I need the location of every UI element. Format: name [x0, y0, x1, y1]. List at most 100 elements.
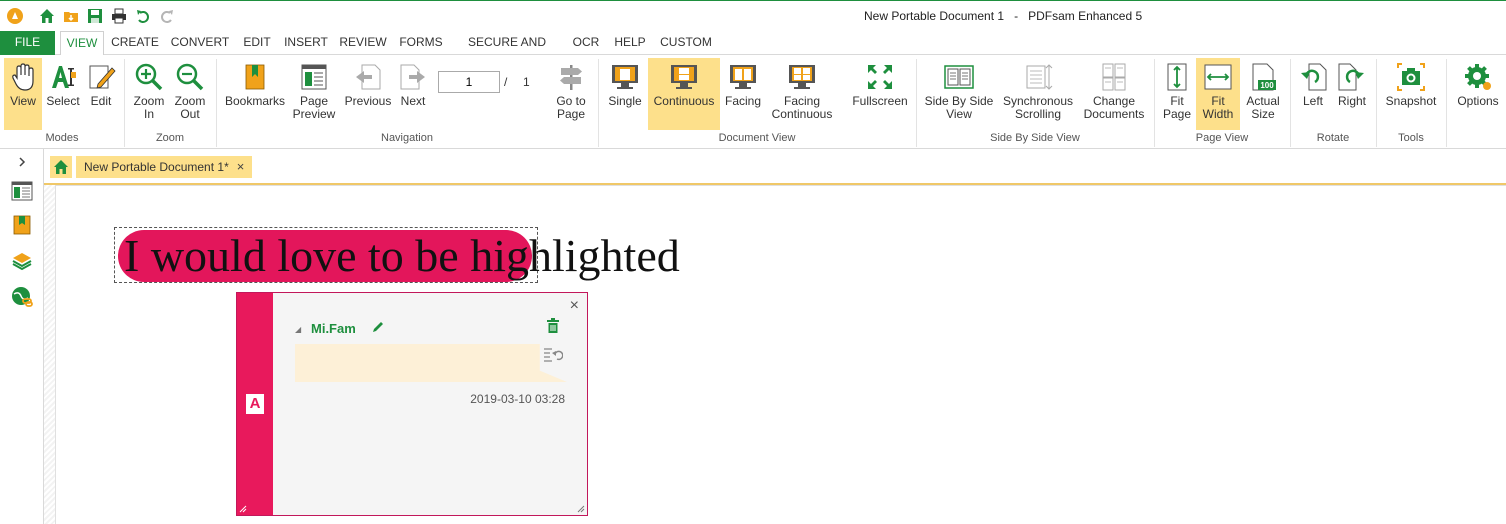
- group-label-zoom: Zoom: [155, 132, 185, 144]
- comment-popup[interactable]: A × ◢ Mi.Fam 2019-03-10 03:28: [236, 292, 588, 516]
- rotate-right-button[interactable]: Right: [1332, 58, 1372, 130]
- print-icon[interactable]: [110, 7, 128, 25]
- zoom-in-button[interactable]: Zoom In: [130, 58, 168, 130]
- snapshot-button[interactable]: Snapshot: [1382, 58, 1440, 130]
- side-by-side-view-button[interactable]: Side By Side View: [924, 58, 994, 130]
- synchronous-scrolling-button[interactable]: Synchronous Scrolling: [1000, 58, 1076, 130]
- actual-size-button[interactable]: 100 Actual Size: [1242, 58, 1284, 130]
- change-documents-button[interactable]: Change Documents: [1082, 58, 1146, 130]
- page-preview-icon: [301, 64, 327, 90]
- signpost-icon: [560, 65, 582, 90]
- tab-ocr[interactable]: OCR: [566, 31, 606, 55]
- tab-convert[interactable]: CONVERT: [168, 31, 232, 55]
- resize-grip-icon[interactable]: [577, 505, 585, 513]
- tab-insert[interactable]: INSERT: [280, 31, 332, 55]
- tab-help[interactable]: HELP: [610, 31, 650, 55]
- annotation-type-icon: A: [246, 394, 264, 414]
- delete-trash-icon[interactable]: [546, 318, 560, 334]
- single-page-icon: [612, 65, 638, 89]
- edit-pencil-icon[interactable]: [371, 320, 385, 334]
- facing-continuous-view-button[interactable]: Facing Continuous: [766, 58, 838, 130]
- comment-text-area[interactable]: [295, 344, 567, 382]
- facing-view-button[interactable]: Facing: [722, 58, 764, 130]
- document-text: I would love to be highlighted: [124, 230, 680, 281]
- reply-icon[interactable]: [543, 346, 563, 362]
- fit-page-icon: [1167, 63, 1187, 91]
- home-tab[interactable]: [50, 156, 72, 178]
- next-page-button[interactable]: Next: [394, 58, 432, 130]
- document-viewer[interactable]: I would love to be highlighted A × ◢ Mi.…: [44, 185, 1506, 524]
- group-separator: [1446, 59, 1447, 147]
- page-thumbnails-icon[interactable]: [8, 177, 36, 205]
- tab-create[interactable]: CREATE: [108, 31, 162, 55]
- fit-page-button[interactable]: Fit Page: [1158, 58, 1196, 130]
- fit-width-button[interactable]: Fit Width: [1196, 58, 1240, 130]
- zoom-out-button[interactable]: Zoom Out: [170, 58, 210, 130]
- fit-width-icon: [1204, 64, 1232, 90]
- close-tab-icon[interactable]: ×: [237, 156, 245, 178]
- tab-file[interactable]: FILE: [0, 31, 55, 55]
- rotate-right-icon: [1338, 63, 1364, 91]
- bookmarks-button[interactable]: Bookmarks: [222, 58, 288, 130]
- bookmarks-panel-icon[interactable]: [8, 211, 36, 239]
- options-button[interactable]: Options: [1454, 58, 1502, 130]
- close-popup-icon[interactable]: ×: [570, 297, 579, 315]
- zoom-in-icon: [135, 63, 163, 91]
- edit-pencil-icon: [89, 65, 116, 89]
- comment-color-bar: A: [237, 293, 273, 515]
- tab-view[interactable]: VIEW: [60, 31, 104, 56]
- home-icon[interactable]: [38, 7, 56, 25]
- comment-timestamp: 2019-03-10 03:28: [470, 392, 565, 406]
- comment-author: Mi.Fam: [311, 321, 356, 336]
- collapse-icon[interactable]: ◢: [295, 325, 301, 334]
- continuous-view-button[interactable]: Continuous: [648, 58, 720, 130]
- ribbon: View Select Edit Modes Zoom In Zoom Out …: [0, 55, 1506, 149]
- tab-custom[interactable]: CUSTOM: [654, 31, 718, 55]
- side-by-side-icon: [944, 65, 974, 89]
- save-icon[interactable]: [86, 7, 104, 25]
- expand-panel-icon[interactable]: [8, 151, 36, 173]
- zoom-out-icon: [176, 63, 204, 91]
- home-icon: [54, 160, 68, 174]
- tab-forms[interactable]: FORMS: [394, 31, 448, 55]
- links-globe-icon[interactable]: [8, 283, 36, 311]
- redo-icon[interactable]: [158, 7, 176, 25]
- rotate-left-icon: [1301, 63, 1327, 91]
- tab-edit[interactable]: EDIT: [238, 31, 276, 55]
- edit-mode-button[interactable]: Edit: [84, 58, 118, 130]
- tab-secure-and-sign[interactable]: SECURE AND SIGN: [452, 31, 562, 72]
- single-view-button[interactable]: Single: [604, 58, 646, 130]
- document-tab-strip: New Portable Document 1* ×: [44, 149, 1506, 185]
- previous-page-button[interactable]: Previous: [342, 58, 394, 130]
- go-to-page-button[interactable]: Go to Page: [550, 58, 592, 130]
- view-mode-button[interactable]: View: [4, 58, 42, 130]
- document-tab[interactable]: New Portable Document 1* ×: [76, 156, 253, 178]
- open-folder-icon[interactable]: [62, 7, 80, 25]
- actual-size-icon: 100: [1252, 63, 1276, 91]
- page-preview-button[interactable]: Page Preview: [290, 58, 338, 130]
- facing-pages-icon: [730, 65, 756, 89]
- fullscreen-icon: [868, 65, 892, 89]
- undo-icon[interactable]: [134, 7, 152, 25]
- select-mode-button[interactable]: Select: [44, 58, 82, 130]
- layers-icon[interactable]: [8, 247, 36, 275]
- window-title: New Portable Document 1 - PDFsam Enhance…: [864, 9, 1143, 23]
- menu-bar: FILE VIEW CREATE CONVERT EDIT INSERT REV…: [0, 31, 1506, 72]
- page-slash: /: [504, 75, 508, 89]
- resize-grip-icon[interactable]: [239, 505, 247, 513]
- fullscreen-button[interactable]: Fullscreen: [850, 58, 910, 130]
- group-label-rotate: Rotate: [1316, 132, 1350, 144]
- page-gutter: [44, 185, 56, 524]
- change-documents-icon: [1102, 63, 1126, 91]
- title-bar: New Portable Document 1 - PDFsam Enhance…: [0, 0, 1506, 31]
- group-label-modes: Modes: [45, 132, 79, 144]
- app-logo-icon[interactable]: [6, 7, 24, 25]
- rotate-left-button[interactable]: Left: [1294, 58, 1332, 130]
- page-total: 1: [523, 75, 530, 89]
- bookmark-icon: [245, 64, 265, 90]
- page-number-input[interactable]: [438, 71, 500, 93]
- side-panel: [0, 149, 44, 524]
- previous-page-icon: [356, 64, 381, 90]
- tab-review[interactable]: REVIEW: [336, 31, 390, 55]
- group-label-page-view: Page View: [1195, 132, 1249, 144]
